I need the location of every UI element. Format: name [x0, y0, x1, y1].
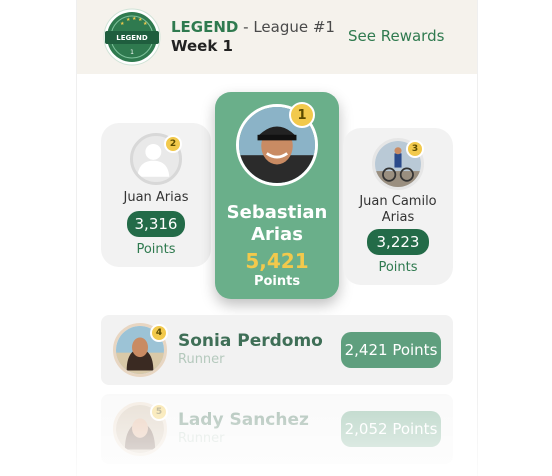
list-item-role: Runner — [178, 352, 225, 367]
list-item-role: Runner — [178, 431, 225, 446]
svg-text:★: ★ — [143, 21, 148, 27]
list-item-name: Lady Sanchez — [178, 410, 309, 430]
podium-second-points: 3,316 — [127, 211, 185, 237]
podium-first-points: 5,421 — [245, 249, 309, 273]
leaderboard-card: ★ ★ ★ ★ ★ LEGEND 1 LEGEND - League #1 We… — [76, 0, 478, 476]
podium-first-name: Sebastian Arias — [226, 202, 328, 245]
podium-third-points: 3,223 — [367, 229, 429, 255]
list-item-points: 2,052 Points — [341, 411, 441, 447]
list-item-points: 2,421 Points — [341, 332, 441, 368]
svg-text:1: 1 — [130, 49, 134, 56]
podium-second[interactable]: 2 Juan Arias 3,316 Points — [101, 123, 211, 267]
podium-third[interactable]: 3 Juan Camilo Arias 3,223 Points — [343, 128, 453, 285]
rank-badge: 2 — [164, 135, 182, 153]
league-header: ★ ★ ★ ★ ★ LEGEND 1 LEGEND - League #1 We… — [77, 0, 477, 74]
rank-badge: 1 — [289, 102, 315, 128]
league-badge-icon: ★ ★ ★ ★ ★ LEGEND 1 — [103, 8, 161, 66]
podium-second-points-label: Points — [136, 242, 176, 257]
rank-badge: 4 — [150, 324, 168, 342]
podium-second-name: Juan Arias — [123, 190, 189, 205]
podium-first[interactable]: 1 Sebastian Arias 5,421 Points — [215, 92, 339, 299]
league-title: LEGEND - League #1 — [171, 18, 335, 36]
rank-badge: 5 — [150, 403, 168, 421]
svg-text:LEGEND: LEGEND — [116, 34, 148, 42]
see-rewards-link[interactable]: See Rewards — [348, 27, 444, 45]
league-name: LEGEND — [171, 18, 239, 36]
list-item-name: Sonia Perdomo — [178, 331, 323, 351]
svg-text:★: ★ — [132, 16, 137, 22]
podium-third-points-label: Points — [378, 260, 418, 275]
rank-badge: 3 — [406, 140, 424, 158]
list-item[interactable]: 5 Lady Sanchez Runner 2,052 Points — [101, 394, 453, 464]
svg-text:★: ★ — [126, 17, 131, 23]
league-number: - League #1 — [238, 18, 335, 36]
week-label: Week 1 — [171, 37, 233, 55]
podium-first-points-label: Points — [253, 274, 301, 289]
podium-third-name: Juan Camilo Arias — [359, 194, 437, 225]
svg-text:★: ★ — [120, 21, 125, 27]
list-item[interactable]: 4 Sonia Perdomo Runner 2,421 Points — [101, 315, 453, 385]
